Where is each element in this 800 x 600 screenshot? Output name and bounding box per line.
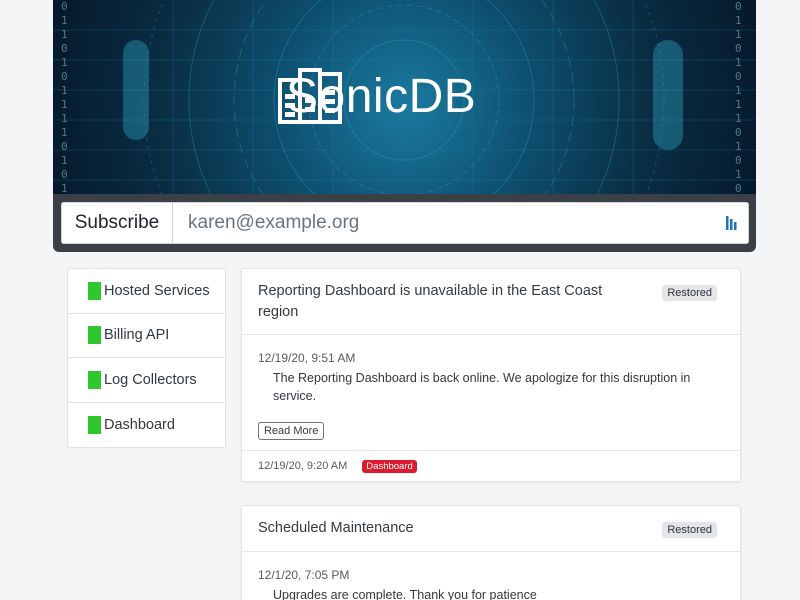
incident-start-time: 12/19/20, 9:20 AM: [258, 460, 348, 472]
database-bars-icon: [278, 68, 342, 124]
incident-card: Reporting Dashboard is unavailable in th…: [241, 268, 741, 482]
status-operational-icon: [88, 415, 101, 434]
update-message: Upgrades are complete. Thank you for pat…: [273, 588, 537, 600]
status-badge: Restored: [662, 285, 717, 301]
sidebar-item-label: Dashboard: [104, 416, 175, 433]
update-timestamp: 12/1/20, 7:05 PM: [258, 568, 350, 582]
binary-decoration-right: 0110101110101011: [735, 0, 742, 194]
status-operational-icon: [88, 326, 101, 345]
sidebar-item-hosted-services[interactable]: Hosted Services: [68, 269, 225, 314]
header-banner-section: 01101011110101 0110101110101011 SonicDB …: [53, 0, 756, 252]
read-more-button[interactable]: Read More: [258, 422, 325, 440]
sidebar-item-billing-api[interactable]: Billing API: [68, 314, 225, 358]
update-message: The Reporting Dashboard is back online. …: [273, 371, 691, 403]
status-badge: Restored: [662, 522, 717, 538]
password-manager-icon[interactable]: [725, 215, 739, 231]
hero-banner-image: 01101011110101 0110101110101011 SonicDB: [53, 0, 756, 194]
component-tag: Dashboard: [362, 459, 417, 473]
incident-footer: 12/19/20, 9:20 AM Dashboard: [242, 450, 740, 481]
components-sidebar: Hosted Services Billing API Log Collecto…: [67, 268, 226, 448]
sidebar-item-dashboard[interactable]: Dashboard: [68, 403, 225, 448]
binary-decoration-left: 01101011110101: [61, 0, 68, 194]
sidebar-item-label: Log Collectors: [104, 371, 197, 388]
incident-header: Reporting Dashboard is unavailable in th…: [242, 269, 740, 335]
email-input[interactable]: [173, 202, 749, 244]
subscribe-form: Subscribe: [61, 202, 749, 244]
status-operational-icon: [88, 281, 101, 300]
incident-card: Scheduled Maintenance Restored 12/1/20, …: [241, 505, 741, 600]
sidebar-item-log-collectors[interactable]: Log Collectors: [68, 358, 225, 403]
sidebar-item-label: Hosted Services: [104, 282, 210, 299]
subscribe-button[interactable]: Subscribe: [61, 202, 173, 244]
brand-logo: SonicDB: [278, 66, 476, 126]
incident-update: 12/19/20, 9:51 AM The Reporting Dashboar…: [242, 335, 740, 440]
incident-title[interactable]: Scheduled Maintenance: [258, 518, 618, 539]
sidebar-item-label: Billing API: [104, 327, 170, 344]
update-timestamp: 12/19/20, 9:51 AM: [258, 351, 356, 365]
incident-title[interactable]: Reporting Dashboard is unavailable in th…: [258, 281, 618, 323]
status-operational-icon: [88, 370, 101, 389]
incident-header: Scheduled Maintenance Restored: [242, 506, 740, 552]
incident-update: 12/1/20, 7:05 PM Upgrades are complete. …: [242, 552, 740, 600]
